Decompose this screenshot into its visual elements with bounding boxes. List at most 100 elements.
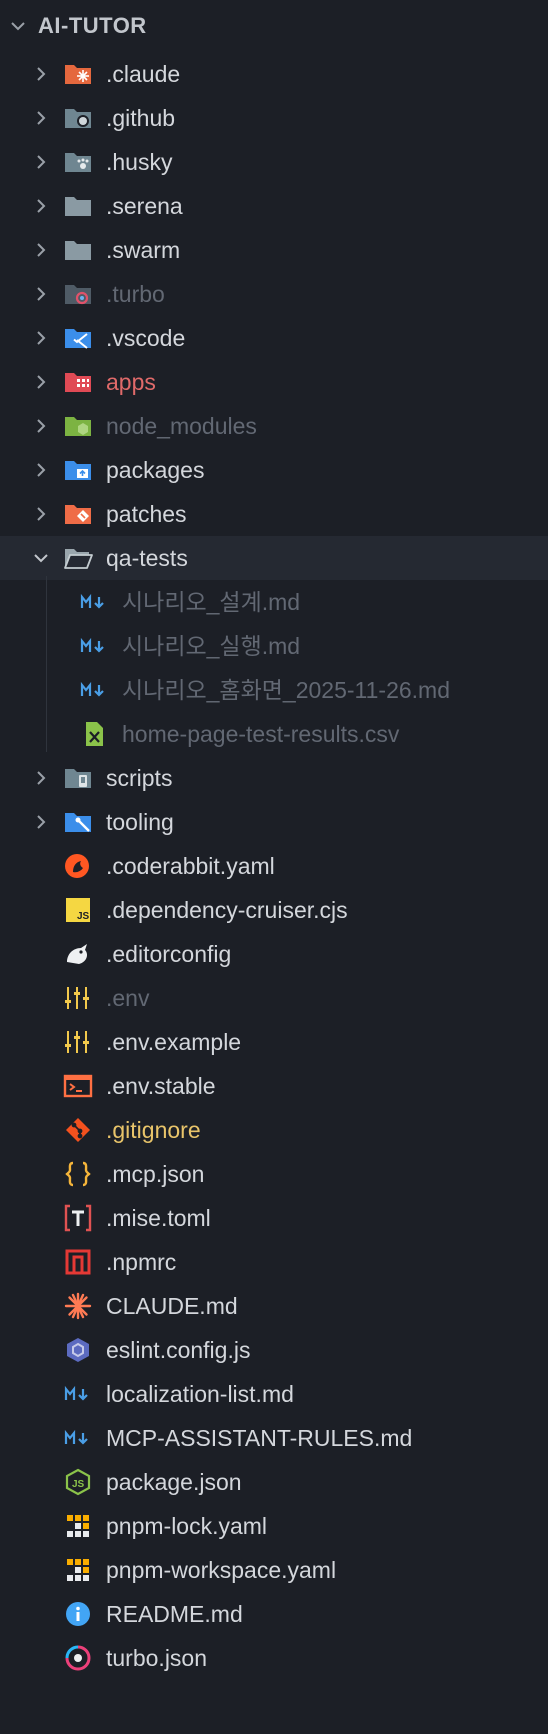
chevron-down-icon [11, 22, 25, 31]
tree-item-scenario-home-md[interactable]: 시나리오_홈화면_2025-11-26.md [0, 668, 548, 712]
tree-item-patches[interactable]: patches [0, 492, 548, 536]
tree-item-label: .husky [106, 149, 173, 175]
js-icon: JS [66, 898, 90, 922]
tree-item-claude-md[interactable]: CLAUDE.md [0, 1284, 548, 1328]
tree-item-label: 시나리오_홈화면_2025-11-26.md [122, 677, 450, 703]
explorer-header[interactable]: AI-TUTOR [0, 0, 548, 52]
tree-item-qa-tests[interactable]: qa-tests [0, 536, 548, 580]
coderabbit-icon [65, 854, 89, 878]
tree-item-label: .env [106, 985, 150, 1011]
tree-item-scripts[interactable]: scripts [0, 756, 548, 800]
tree-item-label: scripts [106, 765, 173, 791]
tree-item-readme-md[interactable]: README.md [0, 1592, 548, 1636]
tree-item-label: tooling [106, 809, 174, 835]
chevron-right-icon [37, 67, 46, 81]
tree-item-test-results-csv[interactable]: home-page-test-results.csv [0, 712, 548, 756]
tree-item-mise-toml[interactable]: .mise.toml [0, 1196, 548, 1240]
chevron-right-icon [37, 287, 46, 301]
tree-item-coderabbit-yaml[interactable]: .coderabbit.yaml [0, 844, 548, 888]
tree-item-gitignore[interactable]: .gitignore [0, 1108, 548, 1152]
tree-item-label: MCP-ASSISTANT-RULES.md [106, 1425, 413, 1451]
packages-folder-icon [65, 461, 91, 480]
tree-item-claude[interactable]: .claude [0, 52, 548, 96]
vscode-folder-icon [65, 329, 91, 349]
tree-item-github[interactable]: .github [0, 96, 548, 140]
tree-item-label: eslint.config.js [106, 1337, 251, 1363]
tree-item-label: home-page-test-results.csv [122, 721, 400, 747]
tree-item-mcp-assistant-rules-md[interactable]: MCP-ASSISTANT-RULES.md [0, 1416, 548, 1460]
tree-item-serena[interactable]: .serena [0, 184, 548, 228]
tree-item-pnpm-lock-yaml[interactable]: pnpm-lock.yaml [0, 1504, 548, 1548]
tree-item-env-stable[interactable]: .env.stable [0, 1064, 548, 1108]
pnpm-icon [67, 1559, 89, 1581]
env-icon [65, 1031, 89, 1053]
tree-item-packages[interactable]: packages [0, 448, 548, 492]
tree-item-label: localization-list.md [106, 1381, 294, 1407]
tree-item-label: turbo.json [106, 1645, 208, 1671]
tree-item-mcp-json[interactable]: .mcp.json [0, 1152, 548, 1196]
file-explorer: AI-TUTOR .claude .github .husky .serena … [0, 0, 548, 1734]
tree-item-label: .turbo [106, 281, 165, 307]
tree-item-label: .vscode [106, 325, 186, 351]
tree-item-tooling[interactable]: tooling [0, 800, 548, 844]
tree-item-turbo-json[interactable]: turbo.json [0, 1636, 548, 1680]
svg-text:JS: JS [72, 1479, 85, 1490]
patches-folder-icon [65, 505, 91, 524]
tree-item-label: .serena [106, 193, 183, 219]
tree-item-label: CLAUDE.md [106, 1293, 238, 1319]
tree-item-node-modules[interactable]: node_modules [0, 404, 548, 448]
tree-item-label: README.md [106, 1601, 243, 1627]
open-folder-icon [64, 549, 93, 569]
tree-item-vscode[interactable]: .vscode [0, 316, 548, 360]
indent-guide [46, 576, 47, 752]
tree-item-scenario-design-md[interactable]: 시나리오_설계.md [0, 580, 548, 624]
tree-item-label: .claude [106, 61, 181, 87]
tree-item-editorconfig[interactable]: .editorconfig [0, 932, 548, 976]
tree-item-label: .dependency-cruiser.cjs [106, 897, 348, 923]
workspace-title: AI-TUTOR [38, 13, 147, 38]
folder-icon [65, 241, 91, 260]
tree-item-package-json[interactable]: JS package.json [0, 1460, 548, 1504]
node-folder-icon [65, 417, 91, 436]
tree-item-label: 시나리오_실행.md [122, 633, 301, 659]
chevron-right-icon [37, 375, 46, 389]
tree-item-swarm[interactable]: .swarm [0, 228, 548, 272]
tree-item-npmrc[interactable]: .npmrc [0, 1240, 548, 1284]
tree-item-label: pnpm-lock.yaml [106, 1513, 268, 1539]
chevron-right-icon [37, 199, 46, 213]
chevron-right-icon [37, 111, 46, 125]
tree-item-label: node_modules [106, 413, 257, 439]
tree-item-turbo[interactable]: .turbo [0, 272, 548, 316]
folder-icon [65, 197, 91, 216]
tree-item-apps[interactable]: apps [0, 360, 548, 404]
svg-text:JS: JS [77, 911, 90, 922]
tree-item-label: qa-tests [106, 545, 188, 571]
tree-item-eslint-config-js[interactable]: eslint.config.js [0, 1328, 548, 1372]
env-icon [65, 987, 89, 1009]
tree-item-dependency-cruiser-cjs[interactable]: JS .dependency-cruiser.cjs [0, 888, 548, 932]
tree-item-scenario-run-md[interactable]: 시나리오_실행.md [0, 624, 548, 668]
nodejs-icon: JS [65, 1468, 91, 1496]
turbo-folder-icon [65, 285, 91, 305]
toml-icon [64, 1204, 92, 1232]
chevron-right-icon [37, 507, 46, 521]
tree-item-label: pnpm-workspace.yaml [106, 1557, 337, 1583]
tree-item-localization-list-md[interactable]: localization-list.md [0, 1372, 548, 1416]
info-icon [66, 1602, 90, 1626]
husky-folder-icon [65, 153, 91, 172]
tree-item-label: .github [106, 105, 176, 131]
chevron-right-icon [37, 815, 46, 829]
tree-item-pnpm-workspace-yaml[interactable]: pnpm-workspace.yaml [0, 1548, 548, 1592]
tree-item-env[interactable]: .env [0, 976, 548, 1020]
tree-item-husky[interactable]: .husky [0, 140, 548, 184]
terminal-icon [63, 1074, 93, 1098]
chevron-right-icon [37, 771, 46, 785]
csv-icon [86, 722, 103, 746]
tree-item-label: package.json [106, 1469, 242, 1495]
tree-item-label: apps [106, 369, 156, 395]
chevron-right-icon [37, 155, 46, 169]
tree-item-env-example[interactable]: .env.example [0, 1020, 548, 1064]
markdown-icon [64, 1429, 88, 1445]
tree-item-label: .env.example [106, 1029, 242, 1055]
github-folder-icon [65, 109, 91, 128]
